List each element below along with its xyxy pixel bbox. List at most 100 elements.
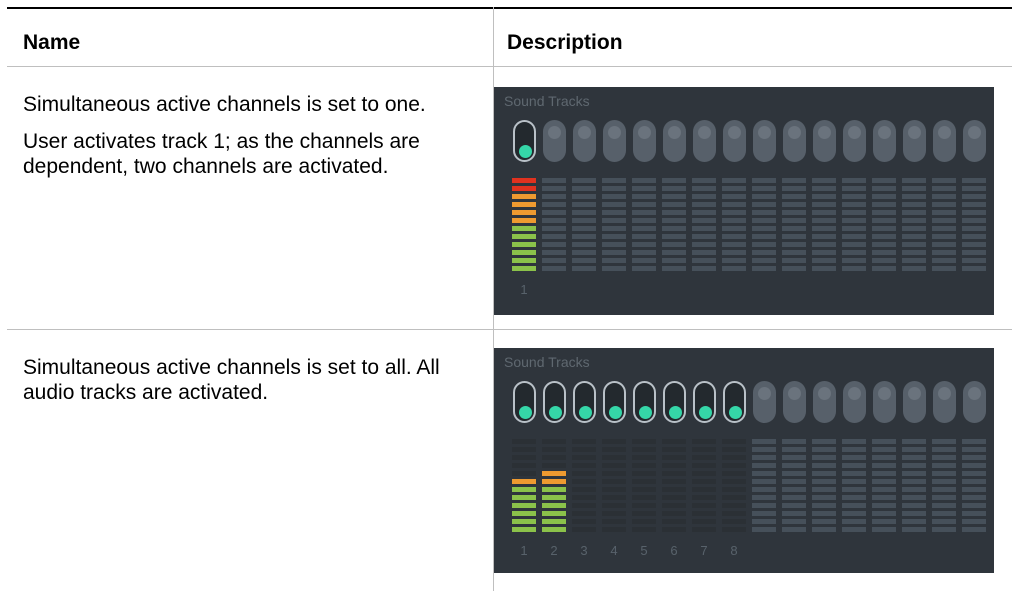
meter-segment xyxy=(512,479,536,484)
track-2-toggle-button[interactable] xyxy=(543,381,566,423)
track-1-toggle-button[interactable] xyxy=(513,381,536,423)
meter-segment xyxy=(842,226,866,231)
toggle-knob-icon xyxy=(968,126,981,139)
meter-segment xyxy=(692,210,716,215)
meter-segment xyxy=(872,234,896,239)
meter-segment xyxy=(572,503,596,508)
meter-segment xyxy=(902,226,926,231)
toggle-knob-icon xyxy=(968,387,981,400)
track-7-toggle-button[interactable] xyxy=(693,381,716,423)
track-6-toggle-button[interactable] xyxy=(663,381,686,423)
track-9-toggle-button[interactable] xyxy=(753,120,776,162)
meter-segment xyxy=(752,218,776,223)
track-15-toggle-button[interactable] xyxy=(933,120,956,162)
row-2-name-cell: Simultaneous active channels is set to a… xyxy=(23,355,483,417)
meter-segment xyxy=(692,218,716,223)
track-12-toggle-button[interactable] xyxy=(843,120,866,162)
meter-segment xyxy=(752,479,776,484)
track-8-toggle-button[interactable] xyxy=(723,381,746,423)
track-number-label: 1 xyxy=(520,543,528,558)
meter-segment xyxy=(902,242,926,247)
meter-segment xyxy=(662,258,686,263)
meter-segment xyxy=(572,527,596,532)
track-9-level-meter xyxy=(752,178,776,274)
meter-segment xyxy=(842,495,866,500)
track-6-toggle-button[interactable] xyxy=(663,120,686,162)
track-15-toggle-button[interactable] xyxy=(933,381,956,423)
track-5-toggle-button[interactable] xyxy=(633,381,656,423)
track-4-toggle-button[interactable] xyxy=(603,120,626,162)
track-11-toggle-button[interactable] xyxy=(813,381,836,423)
toggle-knob-icon xyxy=(519,145,532,158)
track-10-toggle-button[interactable] xyxy=(783,381,806,423)
meter-segment xyxy=(902,519,926,524)
meter-segment xyxy=(812,242,836,247)
meter-segment xyxy=(962,226,986,231)
meter-segment xyxy=(512,447,536,452)
meter-segment xyxy=(722,178,746,183)
meter-segment xyxy=(542,495,566,500)
meter-segment xyxy=(692,503,716,508)
track-10-toggle-button[interactable] xyxy=(783,120,806,162)
meter-segment xyxy=(962,194,986,199)
toggle-knob-icon xyxy=(519,406,532,419)
meter-segment xyxy=(542,511,566,516)
meter-segment xyxy=(692,202,716,207)
track-5-toggle-button[interactable] xyxy=(633,120,656,162)
track-16-level-meter xyxy=(962,178,986,274)
meter-segment xyxy=(602,266,626,271)
track-7-level-meter xyxy=(692,178,716,274)
track-8-toggle-button[interactable] xyxy=(723,120,746,162)
meter-segment xyxy=(572,455,596,460)
track-3-toggle-button[interactable] xyxy=(573,381,596,423)
meter-segment xyxy=(782,487,806,492)
meter-segment xyxy=(872,447,896,452)
meter-segment xyxy=(872,250,896,255)
meter-segment xyxy=(932,487,956,492)
track-13-toggle-button[interactable] xyxy=(873,120,896,162)
track-12-level-meter xyxy=(842,178,866,274)
track-2-toggle-button[interactable] xyxy=(543,120,566,162)
meter-segment xyxy=(962,178,986,183)
meter-segment xyxy=(962,186,986,191)
meter-segment xyxy=(722,463,746,468)
meter-segment xyxy=(812,463,836,468)
track-9-toggle-button[interactable] xyxy=(753,381,776,423)
meter-segment xyxy=(572,178,596,183)
meter-segment xyxy=(812,519,836,524)
track-16-toggle-button[interactable] xyxy=(963,381,986,423)
track-7-toggle-button[interactable] xyxy=(693,120,716,162)
track-14-toggle-button[interactable] xyxy=(903,120,926,162)
track-4-toggle-button[interactable] xyxy=(603,381,626,423)
track-14-toggle-button[interactable] xyxy=(903,381,926,423)
meter-segment xyxy=(812,234,836,239)
meter-segment xyxy=(872,471,896,476)
meter-segment xyxy=(692,455,716,460)
track-13-toggle-button[interactable] xyxy=(873,381,896,423)
meter-segment xyxy=(572,471,596,476)
meter-segment xyxy=(512,439,536,444)
meter-segment xyxy=(872,527,896,532)
meter-segment xyxy=(542,250,566,255)
meter-segment xyxy=(902,266,926,271)
meter-segment xyxy=(872,487,896,492)
track-number-label: 5 xyxy=(640,543,648,558)
meter-segment xyxy=(572,226,596,231)
meter-segment xyxy=(602,250,626,255)
meter-segment xyxy=(962,258,986,263)
meter-segment xyxy=(902,210,926,215)
meter-segment xyxy=(572,258,596,263)
track-1-toggle-button[interactable] xyxy=(513,120,536,162)
toggle-knob-icon xyxy=(788,387,801,400)
track-16-toggle-button[interactable] xyxy=(963,120,986,162)
meter-segment xyxy=(512,495,536,500)
meter-segment xyxy=(782,266,806,271)
meter-segment xyxy=(662,266,686,271)
meter-segment xyxy=(932,242,956,247)
meter-segment xyxy=(512,186,536,191)
track-11-toggle-button[interactable] xyxy=(813,120,836,162)
meter-segment xyxy=(722,527,746,532)
track-12-toggle-button[interactable] xyxy=(843,381,866,423)
track-3-toggle-button[interactable] xyxy=(573,120,596,162)
meter-segment xyxy=(872,519,896,524)
